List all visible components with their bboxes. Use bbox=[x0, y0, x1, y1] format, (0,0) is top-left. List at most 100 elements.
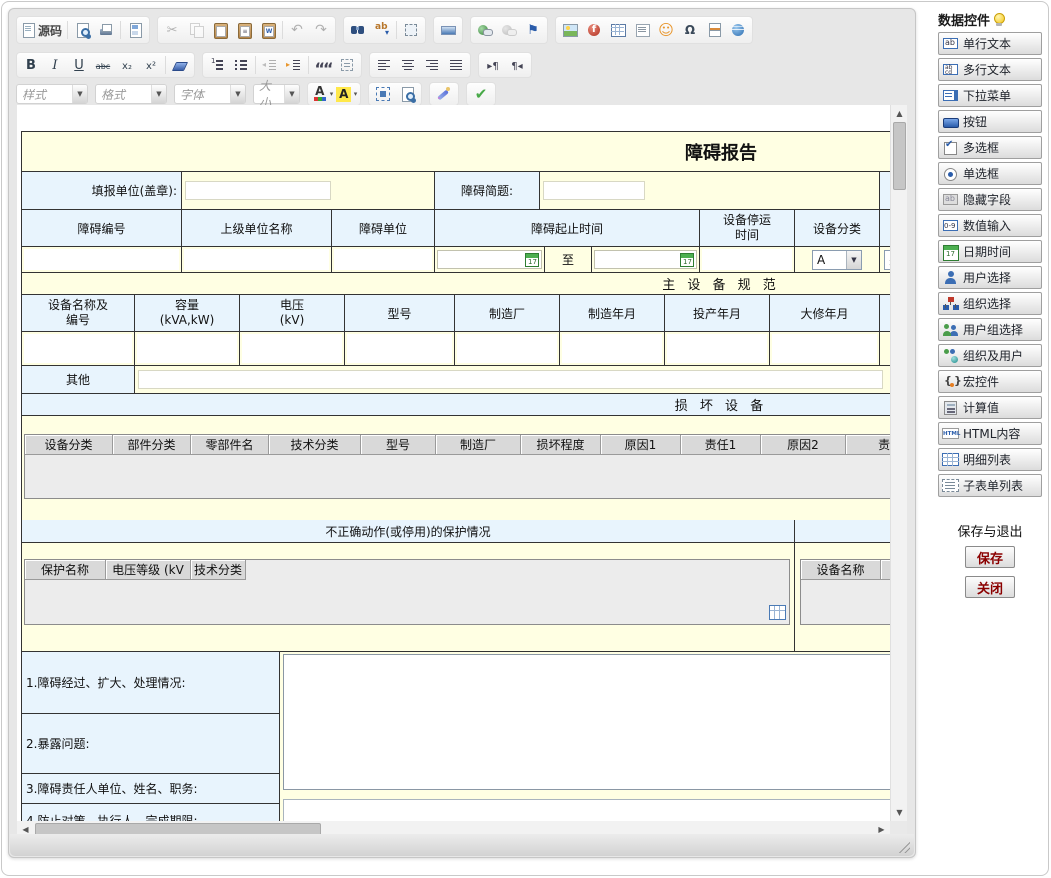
strikethrough-button[interactable] bbox=[91, 53, 115, 77]
show-blocks-button[interactable] bbox=[395, 82, 419, 106]
scroll-up-arrow[interactable]: ▲ bbox=[891, 105, 908, 122]
align-justify-button[interactable] bbox=[444, 53, 468, 77]
control-user-select[interactable]: 用户选择 bbox=[938, 266, 1042, 289]
image-button[interactable] bbox=[558, 18, 582, 42]
indent-button[interactable] bbox=[282, 53, 306, 77]
font-select[interactable]: 字体▼ bbox=[174, 84, 246, 104]
replace-button[interactable] bbox=[370, 18, 394, 42]
templates-button[interactable] bbox=[123, 18, 147, 42]
copy-button[interactable] bbox=[184, 18, 208, 42]
find-button[interactable] bbox=[346, 18, 370, 42]
undo-button[interactable] bbox=[285, 18, 309, 42]
calendar-icon[interactable] bbox=[525, 253, 539, 267]
align-center-button[interactable] bbox=[396, 53, 420, 77]
blockquote-button[interactable] bbox=[311, 53, 335, 77]
horizontal-rule-button[interactable] bbox=[436, 18, 460, 42]
vertical-scroll-thumb[interactable] bbox=[893, 122, 906, 190]
control-multi-line-text[interactable]: 多行文本 bbox=[938, 58, 1042, 81]
subscript-button[interactable] bbox=[115, 53, 139, 77]
table-button[interactable] bbox=[606, 18, 630, 42]
notes-textarea-2[interactable] bbox=[283, 799, 890, 821]
scroll-down-arrow[interactable]: ▼ bbox=[891, 804, 908, 821]
spec-value-input[interactable] bbox=[137, 334, 237, 363]
paste-word-button[interactable] bbox=[256, 18, 280, 42]
preview-button[interactable] bbox=[70, 18, 94, 42]
other-input[interactable] bbox=[138, 370, 883, 389]
parent-unit-input[interactable] bbox=[184, 249, 329, 270]
brief-title-input[interactable] bbox=[543, 181, 645, 200]
save-button[interactable]: 保存 bbox=[965, 546, 1015, 568]
align-left-button[interactable] bbox=[372, 53, 396, 77]
text-block-button[interactable] bbox=[630, 18, 654, 42]
underline-button[interactable] bbox=[67, 53, 91, 77]
control-org-and-user[interactable]: 组织及用户 bbox=[938, 344, 1042, 367]
spec-value-input[interactable] bbox=[457, 334, 557, 363]
device-class-select[interactable]: A▼ bbox=[812, 250, 862, 270]
control-radio[interactable]: 单选框 bbox=[938, 162, 1042, 185]
control-calc-value[interactable]: 计算值 bbox=[938, 396, 1042, 419]
close-button[interactable]: 关闭 bbox=[965, 576, 1015, 598]
control-detail-list[interactable]: 明细列表 bbox=[938, 448, 1042, 471]
fault-unit-input[interactable] bbox=[334, 249, 432, 270]
format-select[interactable]: 格式▼ bbox=[95, 84, 167, 104]
fault-no-input[interactable] bbox=[24, 249, 179, 270]
text-color-button[interactable]: ▾ bbox=[310, 82, 334, 106]
redo-button[interactable] bbox=[309, 18, 333, 42]
control-macro[interactable]: 宏控件 bbox=[938, 370, 1042, 393]
wizard-button[interactable] bbox=[432, 82, 456, 106]
document-canvas[interactable]: 障碍报告 填报单位(盖章): 障碍简题: 填报日期: 障碍编号 上级单位名称 障… bbox=[17, 105, 890, 821]
control-single-line-text[interactable]: 单行文本 bbox=[938, 32, 1042, 55]
page-break-button[interactable] bbox=[702, 18, 726, 42]
protection-grid[interactable]: 保护名称 电压等级 (kV 技术分类 bbox=[24, 559, 790, 625]
remove-format-button[interactable] bbox=[168, 53, 192, 77]
control-subform-list[interactable]: 子表单列表 bbox=[938, 474, 1042, 497]
control-datetime[interactable]: 日期时间 bbox=[938, 240, 1042, 263]
anchor-button[interactable] bbox=[521, 18, 545, 42]
spec-value-input[interactable] bbox=[772, 334, 877, 363]
calendar-icon[interactable] bbox=[680, 253, 694, 267]
paste-text-button[interactable] bbox=[232, 18, 256, 42]
damaged-equipment-grid[interactable]: 设备分类 部件分类 零部件名 技术分类 型号 制造厂 损坏程度 原因1 责任1 … bbox=[24, 434, 890, 499]
vertical-scrollbar[interactable]: ▲ ▼ bbox=[890, 105, 907, 821]
style-select[interactable]: 样式▼ bbox=[16, 84, 88, 104]
control-user-group-select[interactable]: 用户组选择 bbox=[938, 318, 1042, 341]
device-name-grid[interactable]: 设备名称 bbox=[800, 559, 890, 625]
notes-textarea[interactable] bbox=[283, 654, 890, 790]
print-button[interactable] bbox=[94, 18, 118, 42]
bulleted-list-button[interactable] bbox=[229, 53, 253, 77]
paste-button[interactable] bbox=[208, 18, 232, 42]
detail-list-marker-icon[interactable] bbox=[769, 605, 786, 620]
spec-value-input[interactable] bbox=[242, 334, 342, 363]
control-number-input[interactable]: 数值输入 bbox=[938, 214, 1042, 237]
bold-button[interactable] bbox=[19, 53, 43, 77]
link-button[interactable] bbox=[473, 18, 497, 42]
control-hidden-field[interactable]: 隐藏字段 bbox=[938, 188, 1042, 211]
maximize-button[interactable] bbox=[371, 82, 395, 106]
outdent-button[interactable] bbox=[258, 53, 282, 77]
smiley-button[interactable] bbox=[654, 18, 678, 42]
cut-button[interactable] bbox=[160, 18, 184, 42]
end-date-input[interactable] bbox=[594, 250, 697, 269]
div-container-button[interactable] bbox=[335, 53, 359, 77]
numbered-list-button[interactable] bbox=[205, 53, 229, 77]
iframe-button[interactable] bbox=[726, 18, 750, 42]
spec-value-input[interactable] bbox=[667, 334, 767, 363]
size-select[interactable]: 大小▼ bbox=[253, 84, 300, 104]
italic-button[interactable] bbox=[43, 53, 67, 77]
superscript-button[interactable] bbox=[139, 53, 163, 77]
dir-ltr-button[interactable] bbox=[481, 53, 505, 77]
resize-grip[interactable] bbox=[897, 840, 910, 853]
unlink-button[interactable] bbox=[497, 18, 521, 42]
start-date-input[interactable] bbox=[437, 250, 542, 269]
control-org-select[interactable]: 组织选择 bbox=[938, 292, 1042, 315]
background-color-button[interactable]: ▾ bbox=[334, 82, 358, 106]
control-checkbox[interactable]: 多选框 bbox=[938, 136, 1042, 159]
spec-value-input[interactable] bbox=[562, 334, 662, 363]
special-char-button[interactable] bbox=[678, 18, 702, 42]
validate-button[interactable] bbox=[469, 82, 493, 106]
dir-rtl-button[interactable] bbox=[505, 53, 529, 77]
align-right-button[interactable] bbox=[420, 53, 444, 77]
control-html-content[interactable]: HTML内容 bbox=[938, 422, 1042, 445]
spec-value-input[interactable] bbox=[24, 334, 132, 363]
source-button[interactable]: 源码 bbox=[19, 18, 65, 42]
